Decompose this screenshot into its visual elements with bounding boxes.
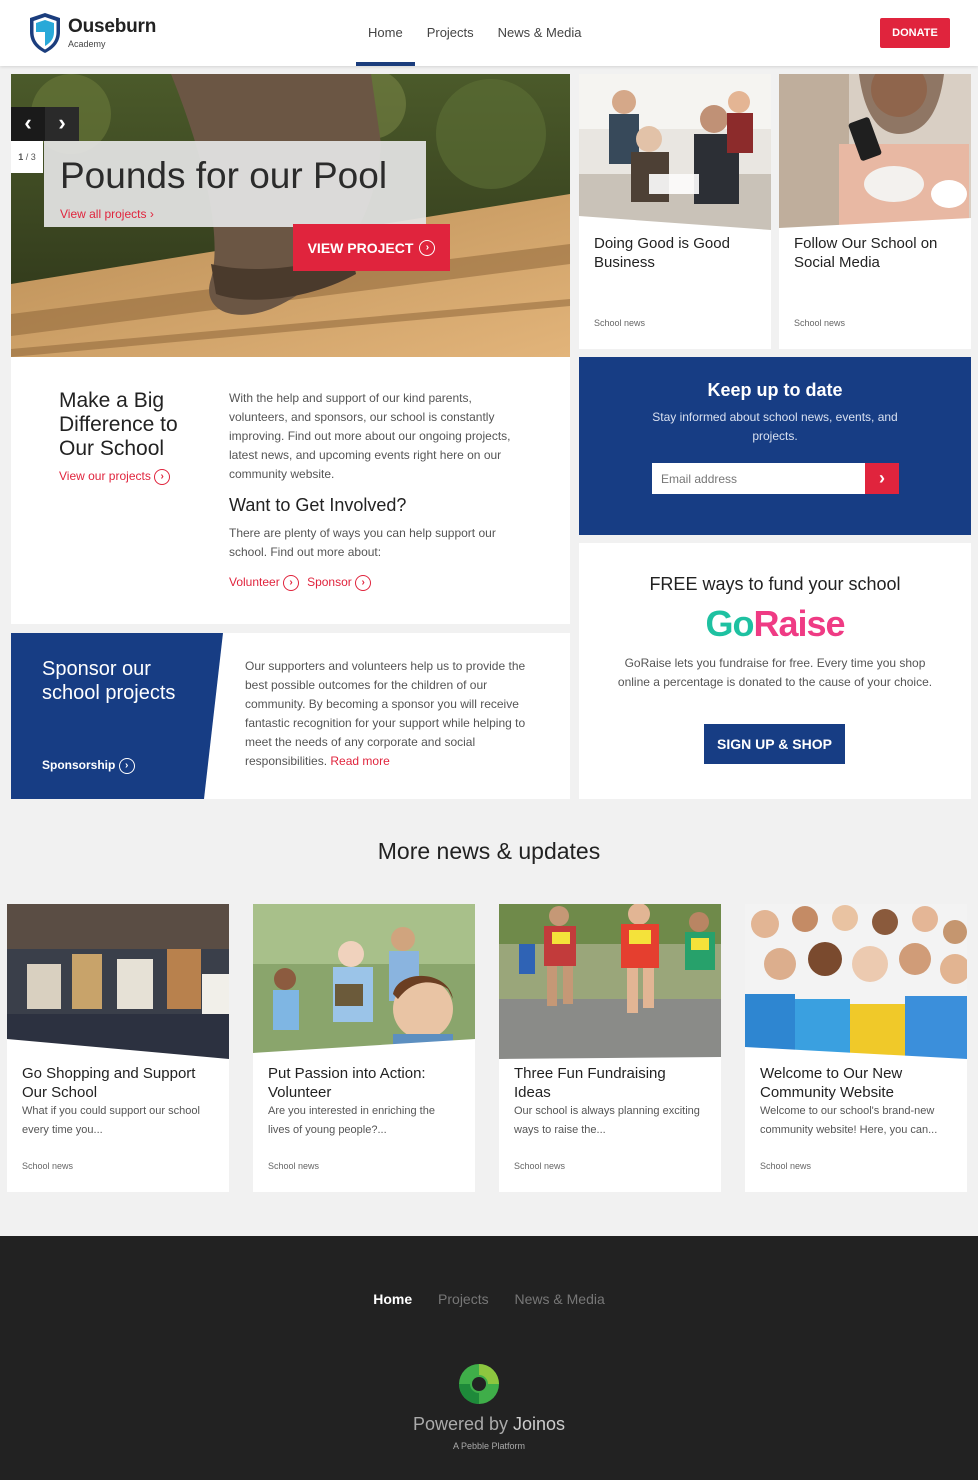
footer-nav: Home Projects News & Media [0,1291,978,1307]
goraise-panel: FREE ways to fund your school GoRaise Go… [579,543,971,799]
volunteer-link[interactable]: Volunteer › [229,575,300,591]
sponsor-panel: Sponsor our school projects Sponsorship … [11,633,570,799]
newsletter-panel: Keep up to date Stay informed about scho… [579,357,971,535]
shield-logo-icon [30,13,60,53]
card-cut-shape [7,1039,229,1069]
news-card[interactable]: Three Fun Fundraising Ideas Our school i… [499,904,721,1192]
slider-prev-button[interactable]: ‹ [11,107,45,141]
goraise-heading: FREE ways to fund your school [649,574,901,594]
news-card-tag: School news [760,1161,812,1171]
news-card-title: Welcome to Our New Community Website [760,1065,903,1101]
news-card[interactable]: Follow Our School on Social Media School… [779,74,971,349]
news-card-tag: School news [268,1161,320,1171]
view-all-projects-link[interactable]: View all projects › [60,207,154,221]
slider-next-button[interactable]: › [45,107,79,141]
news-card[interactable]: Put Passion into Action: Volunteer Are y… [253,904,475,1192]
goraise-logo: GoRaise [705,603,845,649]
volunteer-label: Volunteer [229,575,280,590]
goraise-text: GoRaise lets you fundraise for free. Eve… [617,656,933,689]
goraise-logo-go: Go [705,603,754,644]
hero-slider: ‹ › 1 / 3 Pounds for our Pool View all p… [11,74,570,357]
sponsor-heading: Sponsor our school projects [42,658,176,704]
read-more-link[interactable]: Read more [330,754,389,768]
view-our-projects-label: View our projects [59,469,151,484]
card-cut-shape [499,1057,721,1069]
email-field[interactable] [652,463,865,494]
logo-subtitle: Academy [68,39,106,49]
brand-name: Joinos [513,1414,566,1434]
newsletter-heading: Keep up to date [707,380,843,400]
goraise-logo-raise: Raise [753,603,845,644]
news-card-title: Three Fun Fundraising Ideas [514,1065,666,1101]
footer-nav-projects[interactable]: Projects [438,1291,489,1307]
news-card-excerpt: What if you could support our school eve… [22,1105,200,1136]
news-card-title: Put Passion into Action: Volunteer [268,1065,426,1101]
nav-home[interactable]: Home [356,0,415,66]
site-footer: Home Projects News & Media Powered by Jo… [0,1236,978,1480]
view-project-label: VIEW PROJECT [307,239,414,256]
news-card-tag: School news [594,318,646,328]
news-card-tag: School news [514,1161,566,1171]
get-involved-paragraph: There are plenty of ways you can help su… [229,526,496,559]
nav-projects[interactable]: Projects [415,0,486,66]
arrow-circle-icon: › [283,575,300,591]
news-card-tag: School news [794,318,846,328]
arrow-circle-icon: › [154,469,171,485]
sponsorship-label: Sponsorship [42,758,116,773]
nav-news-media[interactable]: News & Media [486,0,594,66]
news-card-excerpt: Welcome to our school's brand-new commun… [760,1105,938,1136]
main-nav: Home Projects News & Media [356,0,593,66]
news-card[interactable]: Doing Good is Good Business School news [579,74,771,349]
get-involved-heading: Want to Get Involved? [229,495,407,515]
hero-title: Pounds for our Pool [60,155,388,196]
chevron-right-icon: › [149,207,154,221]
news-card-excerpt: Are you interested in enriching the live… [268,1105,435,1136]
get-involved-links: Volunteer › Sponsor › [229,575,372,591]
logo-name: Ouseburn [68,16,157,37]
powered-by-label: Powered by [412,1414,508,1434]
arrow-circle-icon: › [419,239,436,256]
hero-caption-box: Pounds for our Pool View all projects › [44,141,426,227]
sponsor-paragraph: Our supporters and volunteers help us to… [245,657,545,771]
footer-nav-news-media[interactable]: News & Media [515,1291,605,1307]
sponsor-label: Sponsor [307,575,352,590]
intro-heading: Make a Big Difference to Our School [59,389,178,460]
arrow-circle-icon: › [118,758,135,774]
newsletter-submit-button[interactable]: › [865,463,899,494]
news-card-title: Follow Our School on Social Media [794,235,938,271]
view-our-projects-link[interactable]: View our projects › [59,469,171,485]
news-card-excerpt: Our school is always planning exciting w… [514,1105,700,1136]
news-card[interactable]: Go Shopping and Support Our School What … [7,904,229,1192]
view-all-projects-label: View all projects [60,207,147,221]
news-card-tag: School news [22,1161,74,1171]
view-project-button[interactable]: VIEW PROJECT › [293,224,450,271]
slide-counter: 1 / 3 [11,141,43,173]
news-card-title: Go Shopping and Support Our School [22,1065,196,1101]
intro-panel: Make a Big Difference to Our School View… [11,357,570,624]
site-header: Ouseburn Academy Home Projects News & Me… [0,0,978,66]
donate-button[interactable]: DONATE [880,18,950,48]
joinos-logo-icon [459,1364,499,1404]
slide-total: / 3 [25,152,36,162]
arrow-circle-icon: › [355,575,372,591]
chevron-right-icon: › [879,468,885,488]
footer-nav-home[interactable]: Home [373,1291,412,1307]
more-news-heading: More news & updates [377,838,601,864]
news-card[interactable]: Welcome to Our New Community Website Wel… [745,904,967,1192]
sponsor-text: Our supporters and volunteers help us to… [245,659,526,768]
sponsor-link[interactable]: Sponsor › [307,575,372,591]
newsletter-text: Stay informed about school news, events,… [652,410,898,443]
site-logo[interactable]: Ouseburn Academy [28,12,178,56]
intro-paragraph: With the help and support of our kind pa… [229,391,511,481]
slide-current: 1 [18,152,24,162]
card-cut-shape [253,1039,475,1069]
sign-up-shop-button[interactable]: SIGN UP & SHOP [704,724,845,764]
card-cut-shape [745,1047,967,1069]
news-card-title: Doing Good is Good Business [594,235,730,271]
platform-tagline: A Pebble Platform [452,1441,526,1451]
powered-by: Powered by Joinos [0,1414,978,1435]
sponsorship-link[interactable]: Sponsorship › [42,758,135,774]
